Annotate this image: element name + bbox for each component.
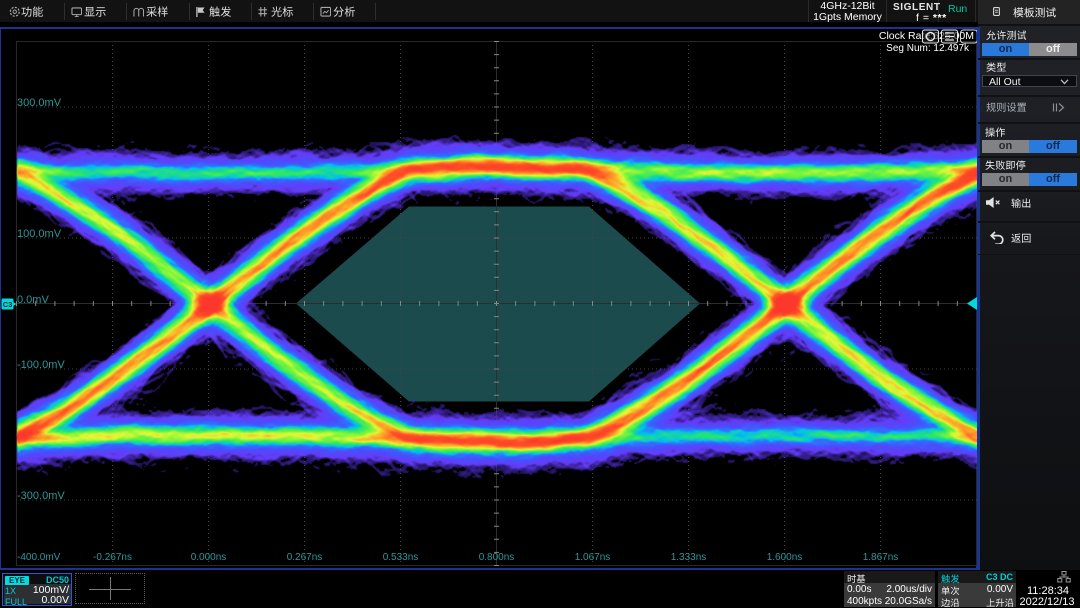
- svg-text:C3: C3: [3, 300, 13, 309]
